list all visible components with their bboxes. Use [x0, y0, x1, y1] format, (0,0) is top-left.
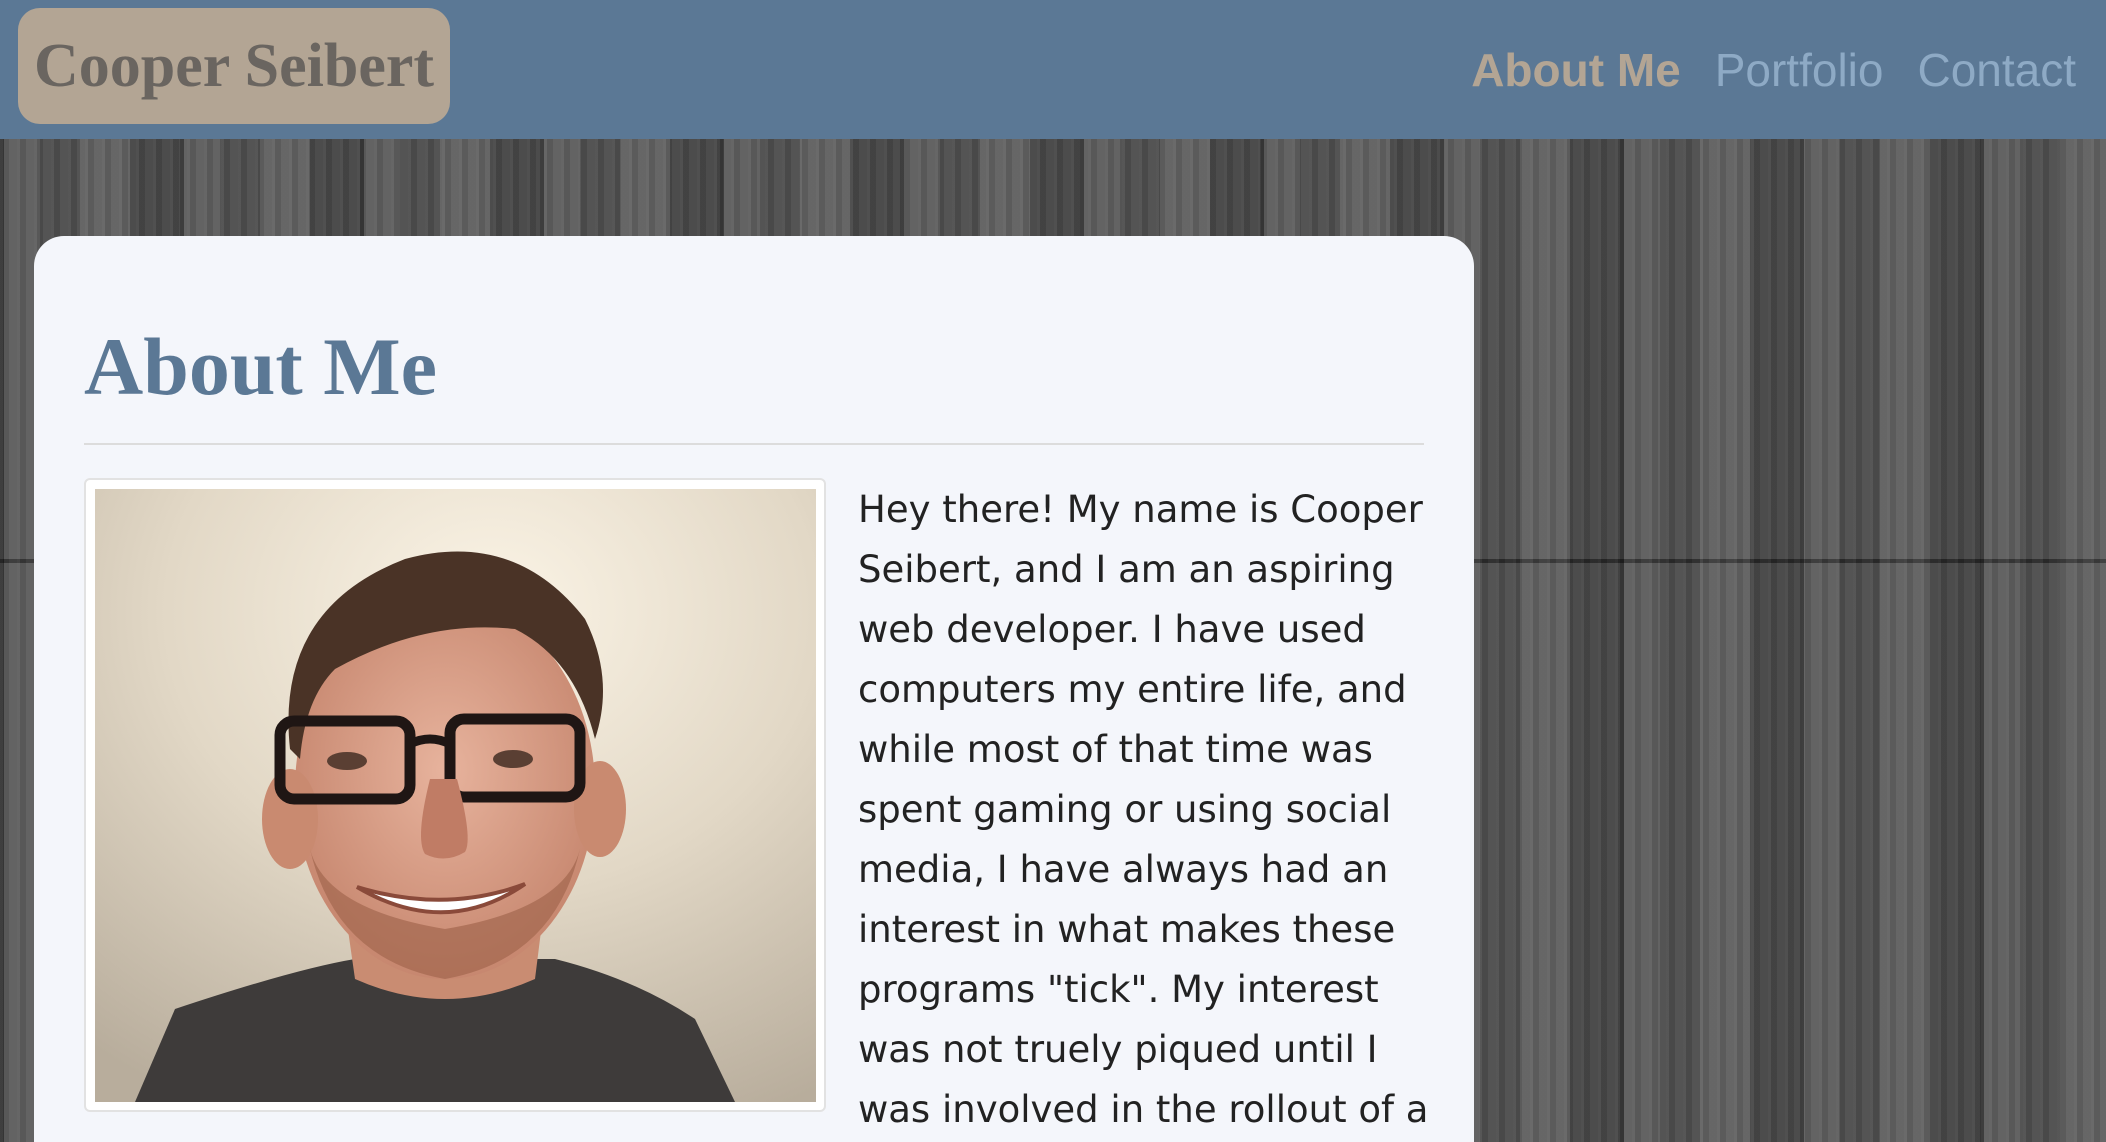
navbar: Cooper Seibert About Me Portfolio Contac…: [0, 0, 2106, 139]
profile-photo-image: [95, 489, 816, 1102]
nav-link-portfolio[interactable]: Portfolio: [1715, 43, 1884, 97]
divider: [84, 443, 1424, 445]
nav-link-about-me[interactable]: About Me: [1471, 43, 1681, 97]
page-title: About Me: [84, 321, 438, 412]
profile-photo: [84, 478, 826, 1112]
nav-link-contact[interactable]: Contact: [1917, 43, 2076, 97]
about-card: About Me Hey there! My name is Cooper Se…: [34, 236, 1474, 1142]
brand-logo[interactable]: Cooper Seibert: [18, 8, 450, 124]
nav-links: About Me Portfolio Contact: [1471, 0, 2076, 139]
bio-text: Hey there! My name is Cooper Seibert, an…: [858, 488, 1429, 1131]
